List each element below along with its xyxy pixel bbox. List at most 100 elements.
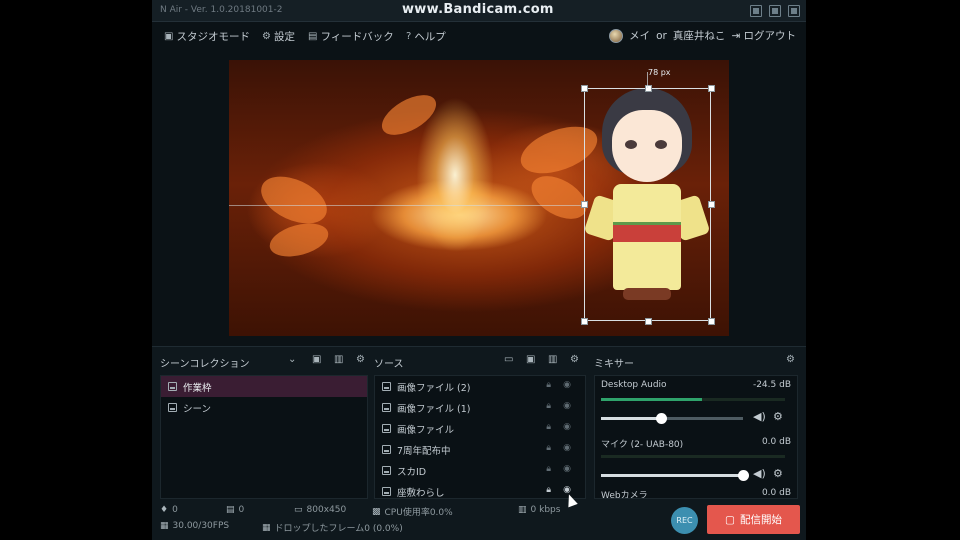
mixer-source-name: Webカメラ [601, 491, 648, 499]
source-label: 座敷わらし [397, 487, 445, 499]
comment-count-value: 0 [172, 505, 178, 515]
resize-handle[interactable] [708, 201, 715, 208]
source-item[interactable]: 7周年配布中 🔒︎ ◉ [375, 439, 585, 460]
menu-bar: ▣ スタジオモード ⚙ 設定 ▤ フィードバック ? ヘルプ メイ or 真座井… [152, 22, 806, 50]
logout-icon: ⇥ [731, 30, 741, 42]
mixer-source: マイク (2- UAB-80) 0.0 dB ◀) ⚙ [595, 433, 797, 491]
rec-label: REC [676, 516, 693, 525]
meter-fill [601, 398, 703, 401]
image-icon [382, 424, 391, 433]
cpu-usage-value: CPU使用率0.0% [384, 508, 453, 518]
gear-icon[interactable]: ⚙ [773, 467, 783, 480]
chat-icon: ▤ [308, 31, 318, 42]
source-label: 画像ファイル (2) [397, 382, 471, 394]
lock-icon[interactable]: 🔒︎ [546, 464, 551, 474]
user-name-2[interactable]: 真座井ねこ [673, 28, 726, 43]
feedback-button[interactable]: ▤ フィードバック [308, 29, 394, 44]
selection-box[interactable] [584, 88, 711, 321]
cpu-icon: ▩ [372, 506, 381, 517]
source-item[interactable]: 画像ファイル 🔒︎ ◉ [375, 418, 585, 439]
gear-icon[interactable]: ⚙ [773, 410, 783, 423]
speaker-icon[interactable]: ◀) [753, 410, 766, 423]
source-label: 画像ファイル [397, 424, 455, 436]
scene-item[interactable]: 作業枠 [161, 376, 367, 397]
resize-handle[interactable] [708, 318, 715, 325]
resize-handle[interactable] [581, 318, 588, 325]
film-icon: ▦ [160, 521, 169, 531]
resize-handle[interactable] [708, 85, 715, 92]
bitrate-value: 0 kbps [530, 505, 561, 515]
scene-label: シーン [183, 403, 212, 415]
chat-icon: ▤ [226, 505, 235, 515]
title-bar: N Air - Ver. 1.0.20181001-2 www.Bandicam… [152, 0, 806, 22]
eye-icon[interactable]: ◉ [563, 422, 571, 432]
eye-icon[interactable]: ◉ [563, 401, 571, 411]
add-scene-icon[interactable]: ▣ [312, 354, 321, 365]
resize-handle[interactable] [581, 85, 588, 92]
lock-icon[interactable]: 🔒︎ [546, 401, 551, 411]
bitrate-icon: ▥ [518, 505, 527, 515]
flower-petal [253, 167, 335, 233]
user-name[interactable]: メイ [629, 28, 650, 43]
audio-meter [601, 455, 785, 458]
avatar[interactable] [609, 28, 624, 43]
message-count: ▤ 0 [226, 505, 244, 515]
eye-icon[interactable]: ◉ [563, 464, 571, 474]
message-count-value: 0 [238, 505, 245, 515]
settings-button[interactable]: ⚙ 設定 [262, 29, 295, 44]
close-button[interactable] [788, 5, 800, 17]
source-list: 画像ファイル (2) 🔒︎ ◉ 画像ファイル (1) 🔒︎ ◉ 画像ファイル 🔒… [374, 375, 586, 499]
lock-icon[interactable]: 🔒︎ [546, 443, 551, 453]
volume-slider[interactable] [601, 470, 749, 481]
settings-label: 設定 [273, 31, 295, 43]
studio-mode-button[interactable]: ▣ スタジオモード [164, 29, 250, 44]
maximize-button[interactable] [769, 5, 781, 17]
slider-knob[interactable] [655, 413, 667, 424]
source-settings-icon[interactable]: ⚙ [570, 354, 579, 365]
start-stream-button[interactable]: ▢ 配信開始 [707, 505, 800, 534]
source-item[interactable]: 画像ファイル (1) 🔒︎ ◉ [375, 397, 585, 418]
image-icon [382, 382, 391, 391]
scene-settings-icon[interactable]: ⚙ [356, 354, 365, 365]
eye-icon[interactable]: ◉ [563, 380, 571, 390]
help-label: ヘルプ [414, 31, 446, 43]
lock-icon[interactable]: 🔒︎ [546, 422, 551, 432]
or-label: or [656, 29, 667, 42]
fps: ▦ 30.00/30FPS [160, 521, 229, 531]
slider-knob[interactable] [738, 470, 749, 481]
resize-handle[interactable] [581, 201, 588, 208]
logout-button[interactable]: ⇥ ログアウト [731, 28, 796, 43]
broadcast-icon: ▢ [725, 513, 735, 526]
comment-count: ♦ 0 [160, 505, 178, 515]
scene-collection-header: シーンコレクション [160, 359, 250, 370]
mixer-settings-icon[interactable]: ⚙ [786, 354, 795, 365]
source-item[interactable]: 座敷わらし 🔒︎ ◉ [375, 481, 585, 502]
eye-icon[interactable]: ◉ [563, 443, 571, 453]
trash-icon[interactable]: ▥ [548, 354, 557, 365]
folder-icon[interactable]: ▭ [504, 354, 513, 365]
lock-icon[interactable]: 🔒︎ [546, 380, 551, 390]
resolution: ▭ 800x450 [294, 505, 346, 515]
distance-label: 78 px [648, 68, 671, 77]
monitor-icon: ▭ [294, 505, 303, 515]
speaker-icon[interactable]: ◀) [753, 467, 766, 480]
lock-icon[interactable]: 🔒︎ [546, 485, 551, 495]
studio-mode-label: スタジオモード [176, 31, 250, 43]
chevron-down-icon[interactable]: ⌄ [288, 354, 296, 365]
minimize-button[interactable] [750, 5, 762, 17]
source-label: 7周年配布中 [397, 445, 451, 457]
start-stream-label: 配信開始 [739, 514, 782, 526]
volume-slider[interactable] [601, 413, 743, 424]
resize-handle[interactable] [645, 318, 652, 325]
add-source-icon[interactable]: ▣ [526, 354, 535, 365]
source-item[interactable]: スカID 🔒︎ ◉ [375, 460, 585, 481]
rec-button[interactable]: REC [671, 507, 698, 534]
letterbox-left [0, 0, 152, 540]
sources-header: ソース [374, 359, 404, 370]
window-controls [750, 5, 800, 17]
image-icon [382, 487, 391, 496]
source-item[interactable]: 画像ファイル (2) 🔒︎ ◉ [375, 376, 585, 397]
scene-item[interactable]: シーン [161, 397, 367, 418]
trash-icon[interactable]: ▥ [334, 354, 343, 365]
help-button[interactable]: ? ヘルプ [406, 29, 446, 44]
